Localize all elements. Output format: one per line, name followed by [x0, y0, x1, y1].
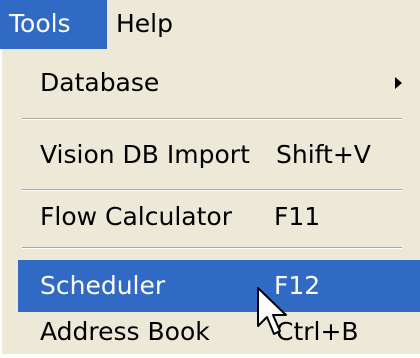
tools-dropdown-menu: Database Vision DB Import Shift+V Flow C… [0, 49, 420, 354]
menu-item-flow-calculator[interactable]: Flow Calculator F11 [18, 191, 420, 243]
mouse-cursor-icon [257, 287, 287, 335]
menu-item-label: Address Book [40, 317, 210, 346]
menu-item-label: Scheduler [40, 271, 166, 300]
menu-item-database[interactable]: Database [18, 57, 420, 109]
menu-item-address-book[interactable]: Address Book Ctrl+B [18, 306, 420, 358]
menu-bar: Tools Help [0, 0, 420, 49]
menu-tools[interactable]: Tools [0, 0, 107, 49]
menu-item-shortcut: Shift+V [276, 140, 371, 169]
menu-item-shortcut: F11 [274, 202, 321, 231]
chevron-right-icon [395, 77, 402, 89]
menu-item-vision-db-import[interactable]: Vision DB Import Shift+V [18, 129, 420, 181]
menu-item-label: Flow Calculator [40, 202, 232, 231]
menu-separator [22, 118, 402, 120]
menu-separator [22, 247, 402, 249]
menu-item-label: Vision DB Import [40, 140, 250, 169]
menu-help[interactable]: Help [107, 0, 179, 49]
menu-item-scheduler[interactable]: Scheduler F12 [18, 260, 420, 312]
menu-item-label: Database [40, 68, 160, 97]
